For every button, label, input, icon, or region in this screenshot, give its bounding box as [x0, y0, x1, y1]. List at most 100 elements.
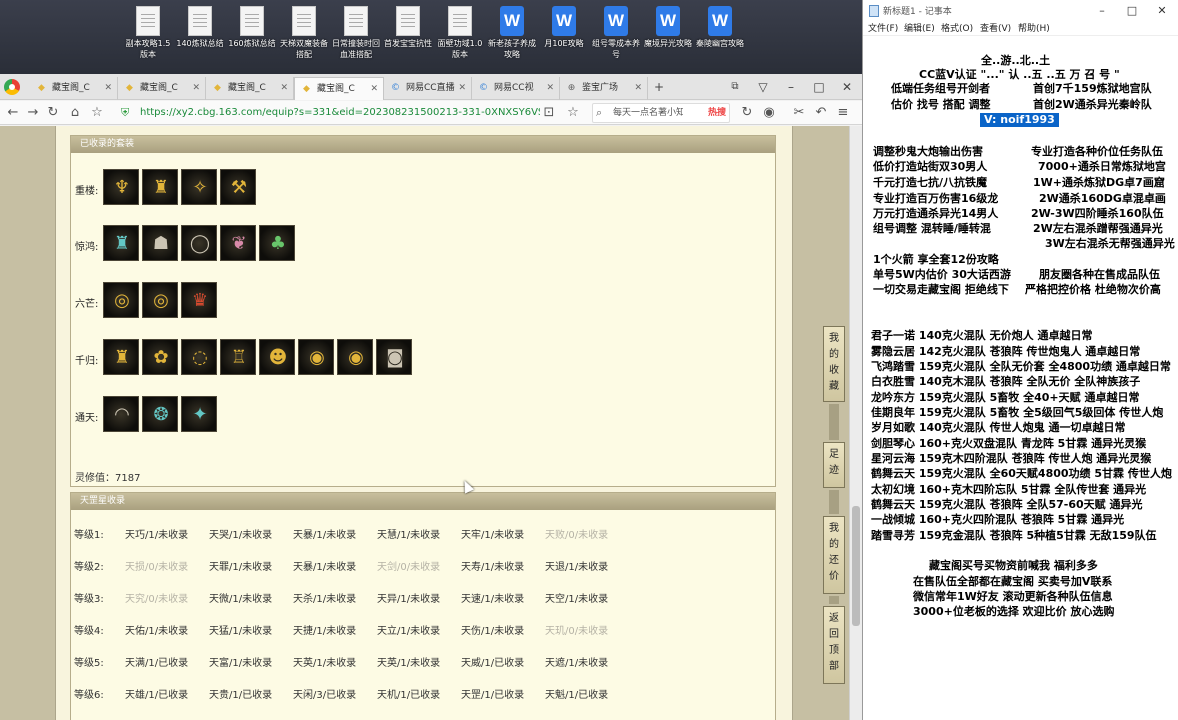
desktop-icon-wps[interactable]: W 月10E攻略 — [538, 6, 590, 70]
text-line: 剑胆琴心 160+克火双盘混队 青龙阵 5甘霖 通异光灵猴 — [871, 437, 1147, 450]
menu-icon[interactable]: ≡ — [834, 103, 852, 123]
collect-cell: 天暴/1/未收录 — [293, 530, 357, 541]
tab-count-icon[interactable]: ⧉ — [724, 76, 746, 98]
undo-icon[interactable]: ↶ — [812, 103, 830, 123]
text-line: 2W-3W四阶睡杀160队伍 — [1031, 207, 1164, 220]
maximize-button[interactable]: □ — [1117, 2, 1147, 20]
home-icon[interactable]: ⌂ — [66, 103, 84, 123]
desktop-icon-wps[interactable]: W 新老孩子养成攻略 — [486, 6, 538, 70]
bookmark-add-icon[interactable]: ☆ — [564, 103, 582, 123]
search-input[interactable]: ⌕ 每天一点名著小知 热搜 — [592, 103, 730, 123]
necklace-icon[interactable]: ◠ — [103, 396, 139, 432]
feather-icon[interactable]: ❦ — [220, 225, 256, 261]
notepad-titlebar: 新标题1 - 记事本 – □ ✕ — [863, 0, 1178, 22]
desktop-icon-wps[interactable]: W 组号零成本养号 — [590, 6, 642, 70]
forward-icon[interactable]: → — [24, 103, 42, 123]
bead-icon[interactable]: ❂ — [142, 396, 178, 432]
browser-logo-icon[interactable] — [4, 79, 20, 95]
close-window-button[interactable]: ✕ — [1147, 2, 1177, 20]
bookmark-star-icon[interactable]: ☆ — [88, 103, 106, 123]
bracer-icon[interactable]: ◙ — [376, 339, 412, 375]
shirt-skin-icon[interactable]: ▽ — [752, 76, 774, 98]
close-tab-icon[interactable]: ✕ — [280, 77, 288, 99]
menu-edit[interactable]: 编辑(E) — [904, 22, 935, 36]
document-icon — [396, 6, 420, 36]
ring-icon[interactable]: ◉ — [337, 339, 373, 375]
text-line: CC蓝V认证 "..." 认 ..五 ..五 万 召 号 " — [919, 68, 1120, 81]
mask-icon[interactable]: ☻ — [259, 339, 295, 375]
desktop-icon-doc[interactable]: 160炼狱总结 — [226, 6, 278, 70]
my-favorites-button[interactable]: 我的收藏 — [823, 326, 845, 402]
tab-cbg-3[interactable]: ◆ 藏宝阁_C ✕ — [206, 77, 294, 100]
helm-icon[interactable]: ☗ — [142, 225, 178, 261]
minimize-button[interactable]: – — [780, 76, 802, 98]
notepad-icon — [869, 5, 879, 17]
tab-cbg-1[interactable]: ◆ 藏宝阁_C ✕ — [30, 77, 118, 100]
robe-icon[interactable]: ♜ — [142, 169, 178, 205]
desktop-icon-doc[interactable]: 天梯双魔装备搭配 — [278, 6, 330, 70]
page-scrollbar[interactable] — [849, 126, 862, 720]
lamp-icon[interactable]: ♆ — [103, 169, 139, 205]
menu-view[interactable]: 查看(V) — [980, 22, 1011, 36]
desktop-icon-doc[interactable]: 140炼狱总结 — [174, 6, 226, 70]
claw-icon[interactable]: ⚒ — [220, 169, 256, 205]
desktop-icon-doc[interactable]: 面壁功域1.0版本 — [434, 6, 486, 70]
robe-icon[interactable]: ♜ — [103, 339, 139, 375]
footprint-button[interactable]: 足迹 — [823, 442, 845, 488]
close-tab-icon[interactable]: ✕ — [458, 77, 466, 99]
close-tab-icon[interactable]: ✕ — [370, 78, 378, 100]
refresh-icon[interactable]: ↻ — [44, 103, 62, 123]
menu-help[interactable]: 帮助(H) — [1018, 22, 1050, 36]
tab-cbg-active[interactable]: ◆ 藏宝阁_C ✕ — [294, 77, 384, 100]
collect-cell: 天英/1/未收录 — [293, 658, 357, 669]
crown-icon[interactable]: ♛ — [181, 282, 217, 318]
menu-format[interactable]: 格式(O) — [941, 22, 973, 36]
close-tab-icon[interactable]: ✕ — [546, 77, 554, 99]
back-to-top-button[interactable]: 返回顶部 — [823, 606, 845, 684]
text-line: 首创2W通杀异光秦岭队 — [1033, 98, 1152, 111]
collect-level-row: 等级4: 天佑/1/未收录 天猛/1/未收录 天捷/1/未收录 天立/1/未收录 天伤/1… — [70, 622, 776, 637]
flower-icon[interactable]: ✿ — [142, 339, 178, 375]
collect-cell: 天猛/1/未收录 — [209, 626, 273, 637]
notepad-text-area[interactable]: 全..游..北..土 CC蓝V认证 "..." 认 ..五 ..五 万 召 号 … — [863, 37, 1178, 720]
account-icon[interactable]: ◉ — [760, 103, 778, 123]
collect-cell: 天异/1/未收录 — [377, 594, 441, 605]
tab-cc-video[interactable]: © 网易CC视 ✕ — [472, 77, 560, 100]
reload-icon[interactable]: ↻ — [738, 103, 756, 123]
translate-icon[interactable]: ⊡ — [540, 103, 558, 123]
new-tab-button[interactable]: + — [648, 76, 670, 98]
desktop-icon-wps[interactable]: W 秦陵幽宫攻略 — [694, 6, 746, 70]
maximize-button[interactable]: □ — [808, 76, 830, 98]
cloak-icon[interactable]: ♖ — [220, 339, 256, 375]
menu-file[interactable]: 文件(F) — [868, 22, 898, 36]
hairpin-icon[interactable]: ✧ — [181, 169, 217, 205]
close-tab-icon[interactable]: ✕ — [192, 77, 200, 99]
close-tab-icon[interactable]: ✕ — [104, 77, 112, 99]
desktop-icon-doc[interactable]: 首发宝宝抗性 — [382, 6, 434, 70]
tab-jianbao[interactable]: ⊕ 鉴宝广场 ✕ — [560, 77, 648, 100]
close-window-button[interactable]: ✕ — [836, 76, 858, 98]
text-line: 一战倾城 160+克火四阶混队 苍狼阵 5甘霖 通异光 — [871, 513, 1125, 526]
ring-icon[interactable]: ◉ — [298, 339, 334, 375]
address-bar[interactable]: ⛨ https://xy2.cbg.163.com/equip?s=331&ei… — [115, 103, 580, 123]
my-offers-button[interactable]: 我的还价 — [823, 516, 845, 594]
back-icon[interactable]: ← — [4, 103, 22, 123]
tab-cc-live[interactable]: © 网易CC直播 ✕ — [384, 77, 472, 100]
desktop-icon-doc[interactable]: 副本攻略1.5版本 — [122, 6, 174, 70]
mask-icon[interactable]: ♣ — [259, 225, 295, 261]
necklace-icon[interactable]: ◌ — [181, 339, 217, 375]
desktop-icon-wps[interactable]: W 魔境异光攻略 — [642, 6, 694, 70]
minimize-button[interactable]: – — [1087, 2, 1117, 20]
ring-icon[interactable]: ◯ — [181, 225, 217, 261]
lantern-icon[interactable]: ◎ — [142, 282, 178, 318]
browser-window: ◆ 藏宝阁_C ✕ ◆ 藏宝阁_C ✕ ◆ 藏宝阁_C ✕ ◆ 藏宝阁_C ✕ © 网易CC直播 ✕… — [0, 74, 862, 720]
close-tab-icon[interactable]: ✕ — [634, 77, 642, 99]
staff-icon[interactable]: ✦ — [181, 396, 217, 432]
cut-icon[interactable]: ✂ — [790, 103, 808, 123]
tab-cbg-2[interactable]: ◆ 藏宝阁_C ✕ — [118, 77, 206, 100]
text-line: 鹤舞云天 159克火混队 苍狼阵 全队57-60天赋 通异光 — [871, 498, 1143, 511]
armor-icon[interactable]: ♜ — [103, 225, 139, 261]
desktop-icon-doc[interactable]: 日常撞装时回血准搭配 — [330, 6, 382, 70]
scrollbar-thumb[interactable] — [852, 506, 860, 626]
lantern-icon[interactable]: ◎ — [103, 282, 139, 318]
